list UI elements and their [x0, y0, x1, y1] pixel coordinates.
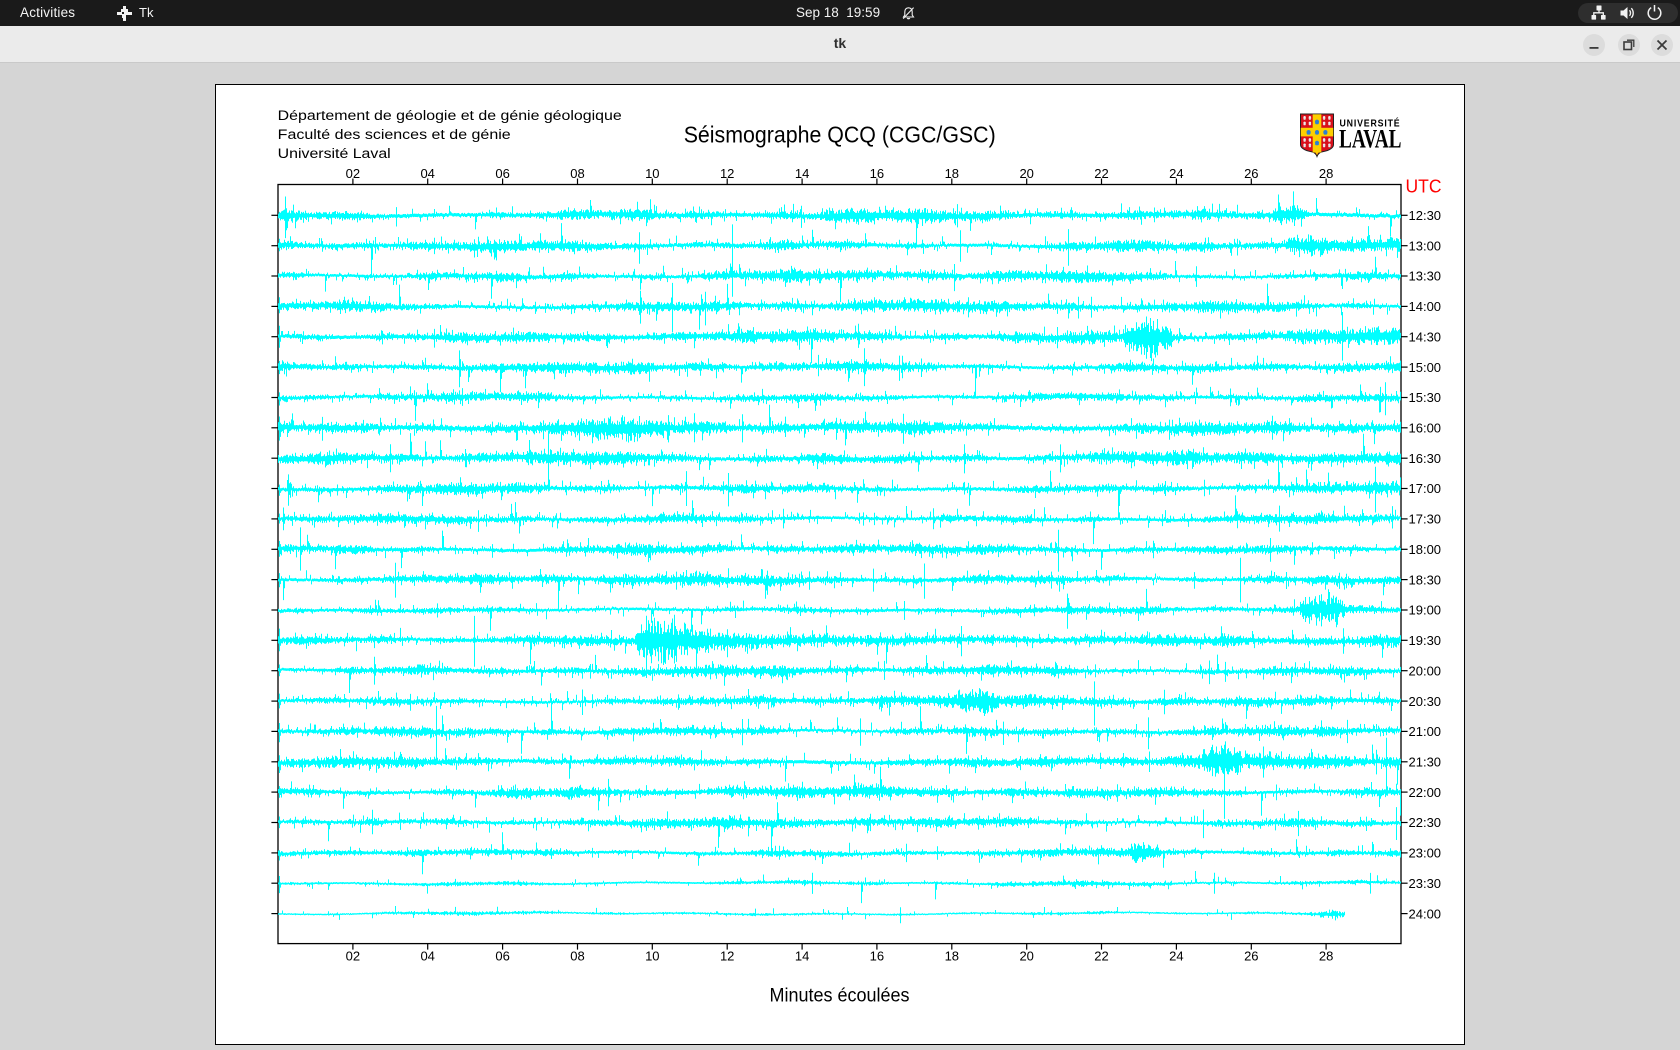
svg-text:06: 06 — [495, 948, 509, 963]
svg-text:14: 14 — [795, 166, 809, 181]
svg-text:23:30: 23:30 — [1409, 876, 1442, 891]
svg-text:Département de géologie et de: Département de géologie et de génie géol… — [278, 108, 622, 124]
svg-text:08: 08 — [570, 166, 584, 181]
svg-text:18:00: 18:00 — [1409, 542, 1442, 557]
svg-text:21:30: 21:30 — [1409, 754, 1442, 769]
svg-text:12: 12 — [720, 166, 734, 181]
svg-text:18: 18 — [945, 166, 959, 181]
svg-text:06: 06 — [495, 166, 509, 181]
svg-text:16:00: 16:00 — [1409, 421, 1442, 436]
svg-text:20:00: 20:00 — [1409, 663, 1442, 678]
svg-text:24: 24 — [1169, 166, 1183, 181]
svg-text:Séismographe QCQ (CGC/GSC): Séismographe QCQ (CGC/GSC) — [684, 121, 996, 147]
svg-text:LAVAL: LAVAL — [1339, 125, 1402, 154]
svg-text:15:30: 15:30 — [1409, 390, 1442, 405]
svg-text:24: 24 — [1169, 948, 1183, 963]
svg-text:16: 16 — [870, 166, 884, 181]
svg-text:UTC: UTC — [1406, 175, 1442, 196]
svg-text:16:30: 16:30 — [1409, 451, 1442, 466]
svg-text:23:00: 23:00 — [1409, 846, 1442, 861]
svg-text:24:00: 24:00 — [1409, 906, 1442, 921]
svg-text:Minutes écoulées: Minutes écoulées — [770, 985, 910, 1006]
svg-text:28: 28 — [1319, 948, 1333, 963]
svg-text:22:00: 22:00 — [1409, 785, 1442, 800]
svg-text:13:30: 13:30 — [1409, 269, 1442, 284]
svg-text:16: 16 — [870, 948, 884, 963]
svg-text:12:30: 12:30 — [1409, 208, 1442, 223]
svg-text:20: 20 — [1019, 166, 1033, 181]
svg-text:10: 10 — [645, 166, 659, 181]
svg-text:02: 02 — [346, 948, 360, 963]
svg-text:19:00: 19:00 — [1409, 603, 1442, 618]
svg-text:10: 10 — [645, 948, 659, 963]
svg-text:Faculté des sciences et de gén: Faculté des sciences et de génie — [278, 127, 511, 143]
svg-text:22: 22 — [1094, 948, 1108, 963]
svg-text:19:30: 19:30 — [1409, 633, 1442, 648]
svg-text:28: 28 — [1319, 166, 1333, 181]
svg-text:18: 18 — [945, 948, 959, 963]
svg-text:26: 26 — [1244, 166, 1258, 181]
svg-text:22: 22 — [1094, 166, 1108, 181]
svg-text:04: 04 — [420, 948, 434, 963]
svg-text:21:00: 21:00 — [1409, 724, 1442, 739]
svg-text:12: 12 — [720, 948, 734, 963]
svg-text:15:00: 15:00 — [1409, 360, 1442, 375]
svg-text:14: 14 — [795, 948, 809, 963]
svg-text:17:30: 17:30 — [1409, 512, 1442, 527]
svg-text:04: 04 — [420, 166, 434, 181]
svg-text:08: 08 — [570, 948, 584, 963]
svg-text:13:00: 13:00 — [1409, 238, 1442, 253]
svg-text:20:30: 20:30 — [1409, 694, 1442, 709]
svg-text:26: 26 — [1244, 948, 1258, 963]
svg-text:14:30: 14:30 — [1409, 329, 1442, 344]
svg-text:18:30: 18:30 — [1409, 572, 1442, 587]
svg-text:14:00: 14:00 — [1409, 299, 1442, 314]
svg-text:20: 20 — [1019, 948, 1033, 963]
svg-text:22:30: 22:30 — [1409, 815, 1442, 830]
svg-text:Université Laval: Université Laval — [278, 146, 391, 162]
svg-text:02: 02 — [346, 166, 360, 181]
svg-text:17:00: 17:00 — [1409, 481, 1442, 496]
